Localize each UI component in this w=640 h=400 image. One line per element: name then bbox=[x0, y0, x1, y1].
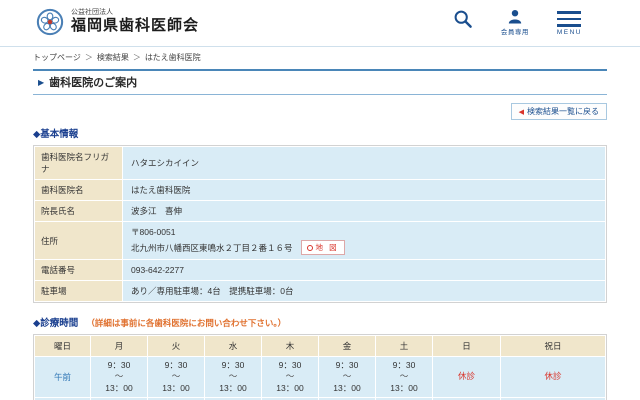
site-logo[interactable]: 公益社団法人 福岡県歯科医師会 bbox=[36, 8, 199, 36]
row-label: 歯科医院名 bbox=[34, 179, 123, 201]
map-button[interactable]: 地 図 bbox=[300, 240, 345, 255]
time-to: 13：00 bbox=[333, 382, 361, 393]
org-name: 福岡県歯科医師会 bbox=[71, 17, 200, 35]
table-row: 院長氏名 波多江 喜伸 bbox=[34, 200, 606, 222]
closed-label: 休診 bbox=[544, 371, 562, 382]
row-value: 波多江 喜伸 bbox=[122, 200, 606, 222]
schedule-column-header: 日 bbox=[432, 335, 501, 357]
time-tilde: ～ bbox=[285, 371, 295, 382]
row-value: 093-642-2277 bbox=[122, 259, 606, 281]
breadcrumb: トップページ＞検索結果＞はたえ歯科医院 bbox=[33, 52, 607, 63]
schedule-heading: ◆診療時間 （詳細は事前に各歯科医院にお問い合わせ下さい。） bbox=[33, 318, 287, 329]
search-button[interactable] bbox=[453, 9, 473, 29]
time-from: 9：30 bbox=[278, 360, 302, 370]
time-to: 13：00 bbox=[162, 382, 190, 393]
breadcrumb-separator: ＞ bbox=[132, 53, 141, 62]
row-label: 住所 bbox=[34, 221, 123, 260]
person-icon bbox=[508, 10, 522, 24]
hamburger-menu-icon bbox=[557, 9, 582, 27]
member-area-label: 会員専用 bbox=[500, 29, 529, 36]
table-row: 歯科医院名 はたえ歯科医院 bbox=[34, 179, 606, 201]
time-tilde: ～ bbox=[114, 371, 124, 382]
map-marker-icon bbox=[306, 244, 313, 251]
breadcrumb-item-results[interactable]: 検索結果 bbox=[97, 53, 129, 62]
schedule-cell: 9：30 ～ 13：00 bbox=[147, 355, 205, 399]
schedule-column-header: 木 bbox=[261, 335, 319, 357]
row-label: 院長氏名 bbox=[34, 200, 123, 222]
time-tilde: ～ bbox=[171, 371, 181, 382]
time-from: 9：30 bbox=[221, 360, 245, 370]
row-value: はたえ歯科医院 bbox=[122, 179, 606, 201]
schedule-column-header: 土 bbox=[375, 335, 433, 357]
address-line: 北九州市八幡西区東鳴水２丁目２番１６号 地 図 bbox=[131, 240, 597, 255]
time-tilde: ～ bbox=[399, 371, 409, 382]
schedule-column-header: 祝日 bbox=[500, 335, 606, 357]
search-icon bbox=[454, 10, 472, 28]
schedule-table: 曜日月火水木金土日祝日 午前 9：30 ～ 13：00 9：30 ～ 13：00 9：30 ～ 1… bbox=[34, 335, 606, 400]
schedule-column-header: 曜日 bbox=[34, 335, 91, 357]
schedule-cell: 休診 bbox=[432, 355, 501, 399]
page-title-bar: ▶ 歯科医院のご案内 bbox=[33, 69, 607, 95]
table-row: 駐車場 あり／専用駐車場：4台 提携駐車場：0台 bbox=[34, 280, 606, 302]
page-title: 歯科医院のご案内 bbox=[49, 77, 138, 89]
row-value: 〒806-0051 北九州市八幡西区東鳴水２丁目２番１６号 地 図 bbox=[122, 221, 606, 260]
row-value: ハタエシカイイン bbox=[122, 146, 606, 180]
schedule-row: 午前 9：30 ～ 13：00 9：30 ～ 13：00 9：30 ～ 13：00 9：30 ～ 13：… bbox=[34, 355, 606, 399]
back-arrow-icon: ◀ bbox=[518, 109, 524, 116]
schedule-cell: 9：30 ～ 13：00 bbox=[204, 355, 262, 399]
time-tilde: ～ bbox=[228, 371, 238, 382]
menu-button[interactable]: MENU bbox=[557, 9, 582, 36]
menu-label: MENU bbox=[556, 28, 582, 36]
postal-code: 〒806-0051 bbox=[131, 227, 176, 237]
schedule-column-header: 火 bbox=[147, 335, 205, 357]
schedule-column-header: 水 bbox=[204, 335, 262, 357]
member-area-button[interactable]: 会員専用 bbox=[501, 9, 529, 36]
basic-info-table: 歯科医院名フリガナ ハタエシカイイン 歯科医院名 はたえ歯科医院 院長氏名 波多江 喜伸住… bbox=[34, 146, 606, 302]
breadcrumb-separator: ＞ bbox=[84, 53, 93, 62]
schedule-cell: 9：30 ～ 13：00 bbox=[90, 355, 148, 399]
time-to: 13：00 bbox=[276, 382, 304, 393]
schedule-cell: 9：30 ～ 13：00 bbox=[375, 355, 433, 399]
time-to: 13：00 bbox=[219, 382, 247, 393]
time-tilde: ～ bbox=[342, 371, 352, 382]
breadcrumb-item-current: はたえ歯科医院 bbox=[144, 53, 201, 62]
time-from: 9：30 bbox=[392, 360, 416, 370]
time-to: 13：00 bbox=[105, 382, 133, 393]
back-button-label: 検索結果一覧に戻る bbox=[527, 107, 599, 116]
table-row: 電話番号 093-642-2277 bbox=[34, 259, 606, 281]
basic-info-heading: ◆基本情報 bbox=[33, 129, 79, 140]
closed-label: 休診 bbox=[457, 371, 475, 382]
time-to: 13：00 bbox=[390, 382, 418, 393]
title-marker-icon: ▶ bbox=[38, 78, 45, 87]
breadcrumb-item-top[interactable]: トップページ bbox=[33, 53, 81, 62]
schedule-column-header: 月 bbox=[90, 335, 148, 357]
schedule-note: （詳細は事前に各歯科医院にお問い合わせ下さい。） bbox=[86, 318, 287, 328]
association-emblem-icon bbox=[36, 8, 64, 36]
site-header: 公益社団法人 福岡県歯科医師会 会員専用 MENU bbox=[0, 0, 640, 47]
back-to-results-button[interactable]: ◀ 検索結果一覧に戻る bbox=[510, 103, 607, 120]
row-label: 駐車場 bbox=[34, 280, 123, 302]
row-label: 歯科医院名フリガナ bbox=[34, 146, 123, 180]
schedule-cell: 9：30 ～ 13：00 bbox=[261, 355, 319, 399]
row-label: 電話番号 bbox=[34, 259, 123, 281]
row-value: あり／専用駐車場：4台 提携駐車場：0台 bbox=[122, 280, 606, 302]
table-row: 歯科医院名フリガナ ハタエシカイイン bbox=[34, 146, 606, 180]
schedule-column-header: 金 bbox=[318, 335, 376, 357]
map-button-label: 地 図 bbox=[315, 243, 339, 252]
time-from: 9：30 bbox=[335, 360, 359, 370]
table-row: 住所 〒806-0051 北九州市八幡西区東鳴水２丁目２番１６号 地 図 bbox=[34, 221, 606, 260]
schedule-row-label: 午前 bbox=[34, 355, 91, 399]
schedule-cell: 休診 bbox=[500, 355, 606, 399]
org-type-label: 公益社団法人 bbox=[71, 8, 113, 16]
address-text: 北九州市八幡西区東鳴水２丁目２番１６号 bbox=[131, 242, 293, 253]
time-from: 9：30 bbox=[107, 360, 131, 370]
time-from: 9：30 bbox=[164, 360, 188, 370]
schedule-cell: 9：30 ～ 13：00 bbox=[318, 355, 376, 399]
